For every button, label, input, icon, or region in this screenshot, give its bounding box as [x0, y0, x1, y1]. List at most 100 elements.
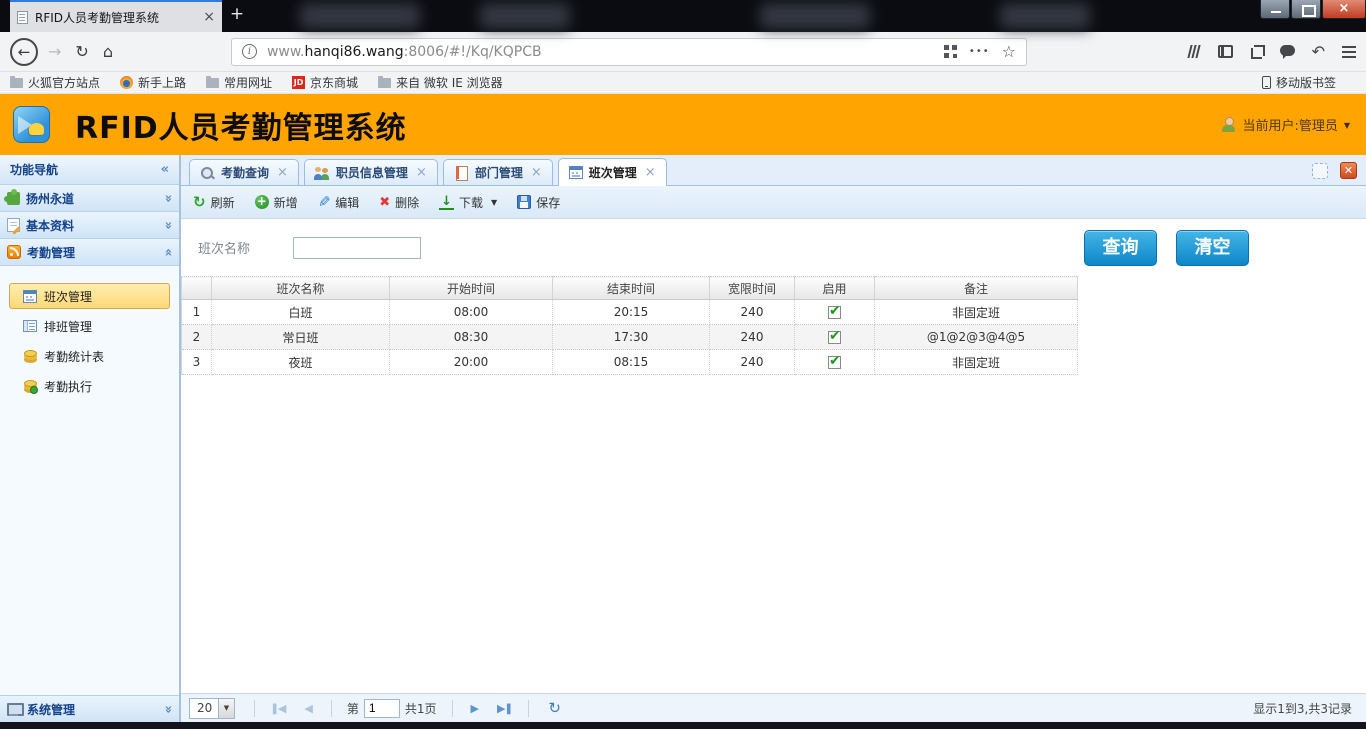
close-panel-icon[interactable]: [1340, 162, 1357, 179]
cell-name: 夜班: [212, 350, 390, 375]
column-header-end[interactable]: 结束时间: [553, 277, 710, 300]
folder-icon: [206, 78, 219, 88]
row-number-header[interactable]: [182, 277, 212, 300]
column-header-start[interactable]: 开始时间: [390, 277, 553, 300]
sidebar-item-attendance-execution[interactable]: 考勤执行: [9, 373, 170, 399]
reload-button[interactable]: [75, 44, 88, 60]
current-user-menu[interactable]: 当前用户:管理员: [1221, 115, 1350, 134]
cell-name: 常日班: [212, 325, 390, 350]
download-icon: [439, 195, 454, 210]
clear-button[interactable]: 清空: [1176, 230, 1249, 266]
sidebar-section-label: 系统管理: [27, 701, 75, 718]
last-page-bar: ▐: [503, 705, 510, 715]
grid-empty-area: [181, 375, 1366, 693]
tab-staff-info[interactable]: 职员信息管理: [304, 159, 438, 185]
bookmark-item[interactable]: 来自 微软 IE 浏览器: [378, 74, 503, 91]
user-icon: [1221, 117, 1236, 132]
hamburger-menu-icon[interactable]: [1342, 46, 1356, 48]
sidebar-section-attendance[interactable]: 考勤管理: [0, 239, 179, 266]
table-row[interactable]: 1 白班 08:00 20:15 240 非固定班: [182, 300, 1078, 325]
column-header-remark[interactable]: 备注: [875, 277, 1078, 300]
enabled-checkbox[interactable]: [828, 356, 841, 369]
bookmark-item[interactable]: 常用网址: [206, 74, 272, 91]
divider: [331, 700, 332, 717]
page-actions-icon[interactable]: [969, 46, 990, 57]
app-logo-icon: [13, 106, 50, 143]
chevron-down-icon: [491, 198, 497, 207]
mobile-bookmarks-folder[interactable]: 移动版书签: [1262, 74, 1336, 91]
refresh-icon: [193, 195, 206, 210]
page-total-label: 共1页: [405, 700, 437, 717]
forward-button[interactable]: [48, 44, 61, 60]
tab-department[interactable]: 部门管理: [443, 159, 553, 185]
bookmark-item[interactable]: JD京东商城: [292, 74, 358, 91]
close-icon[interactable]: [645, 165, 656, 180]
first-page-button[interactable]: [273, 702, 286, 715]
screenshot-icon[interactable]: [1250, 45, 1263, 58]
sidebar-item-shift-management[interactable]: 班次管理: [9, 283, 170, 309]
shift-name-input[interactable]: [293, 237, 421, 259]
maximize-button[interactable]: [1291, 0, 1321, 19]
browser-tab-title: RFID人员考勤管理系统: [35, 9, 203, 26]
site-info-icon[interactable]: [242, 44, 257, 59]
table-row[interactable]: 3 夜班 20:00 08:15 240 非固定班: [182, 350, 1078, 375]
bookmark-label: 移动版书签: [1276, 74, 1336, 91]
chat-icon[interactable]: [1280, 45, 1295, 56]
column-header-grace[interactable]: 宽限时间: [710, 277, 795, 300]
collapse-sidebar-icon[interactable]: [161, 162, 169, 177]
add-button[interactable]: 新增: [255, 194, 298, 211]
home-button[interactable]: [103, 44, 113, 60]
sidebar-section-basic-data[interactable]: 基本资料: [0, 212, 179, 239]
url-bar[interactable]: www.hanqi86.wang:8006/#!/Kq/KQPCB: [231, 38, 1027, 66]
save-button[interactable]: 保存: [517, 194, 560, 211]
app-title: RFID人员考勤管理系统: [75, 103, 407, 147]
bookmark-star-icon[interactable]: [1002, 42, 1016, 61]
fullscreen-icon[interactable]: [1312, 163, 1328, 179]
restore-icon[interactable]: [1312, 42, 1325, 61]
sidebar-item-schedule-management[interactable]: 排班管理: [9, 313, 170, 339]
url-prefix: www.: [267, 44, 305, 60]
firefox-icon: [120, 76, 133, 89]
sidebar-section-yangzhou[interactable]: 扬州永道: [0, 185, 179, 212]
sidebar-item-attendance-statistics[interactable]: 考勤统计表: [9, 343, 170, 369]
new-tab-button[interactable]: +: [222, 0, 252, 30]
refresh-button[interactable]: 刷新: [193, 194, 235, 211]
jd-icon: JD: [292, 76, 305, 89]
back-button[interactable]: [10, 38, 38, 66]
next-page-button[interactable]: [471, 702, 479, 715]
last-page-button[interactable]: ▐: [497, 702, 510, 715]
close-tab-icon[interactable]: [203, 9, 215, 25]
page-number-input[interactable]: [364, 699, 400, 718]
close-icon[interactable]: [277, 165, 288, 180]
download-button[interactable]: 下载: [439, 194, 497, 211]
background-window-blur: [300, 3, 420, 29]
tab-shift-management[interactable]: 班次管理: [558, 158, 667, 186]
column-header-enabled[interactable]: 启用: [795, 277, 875, 300]
table-row[interactable]: 2 常日班 08:30 17:30 240 @1@2@3@4@5: [182, 325, 1078, 350]
minimize-button[interactable]: [1260, 0, 1290, 19]
query-button[interactable]: 查询: [1084, 230, 1157, 266]
close-icon[interactable]: [531, 165, 542, 180]
enabled-checkbox[interactable]: [828, 306, 841, 319]
edit-button[interactable]: 编辑: [318, 194, 360, 211]
cell-remark: 非固定班: [875, 350, 1078, 375]
sidebar-section-system[interactable]: 系统管理: [0, 695, 179, 722]
previous-page-button[interactable]: [304, 702, 312, 715]
tab-attendance-query[interactable]: 考勤查询: [189, 159, 299, 185]
qr-code-icon[interactable]: [944, 45, 957, 58]
library-icon[interactable]: [1187, 44, 1201, 59]
edit-note-icon: [7, 218, 20, 232]
reload-grid-button[interactable]: [548, 699, 561, 717]
sidebar-toggle-icon[interactable]: [1218, 45, 1233, 58]
delete-button[interactable]: 删除: [379, 194, 419, 211]
cell-enabled: [795, 325, 875, 350]
page-size-select[interactable]: 20: [189, 698, 235, 719]
close-icon[interactable]: [416, 165, 427, 180]
close-window-button[interactable]: [1322, 0, 1366, 19]
enabled-checkbox[interactable]: [828, 331, 841, 344]
chevron-down-icon: [164, 218, 172, 233]
column-header-name[interactable]: 班次名称: [212, 277, 390, 300]
browser-tab[interactable]: RFID人员考勤管理系统: [10, 0, 222, 32]
bookmark-item[interactable]: 新手上路: [120, 74, 186, 91]
bookmark-item[interactable]: 火狐官方站点: [10, 74, 100, 91]
